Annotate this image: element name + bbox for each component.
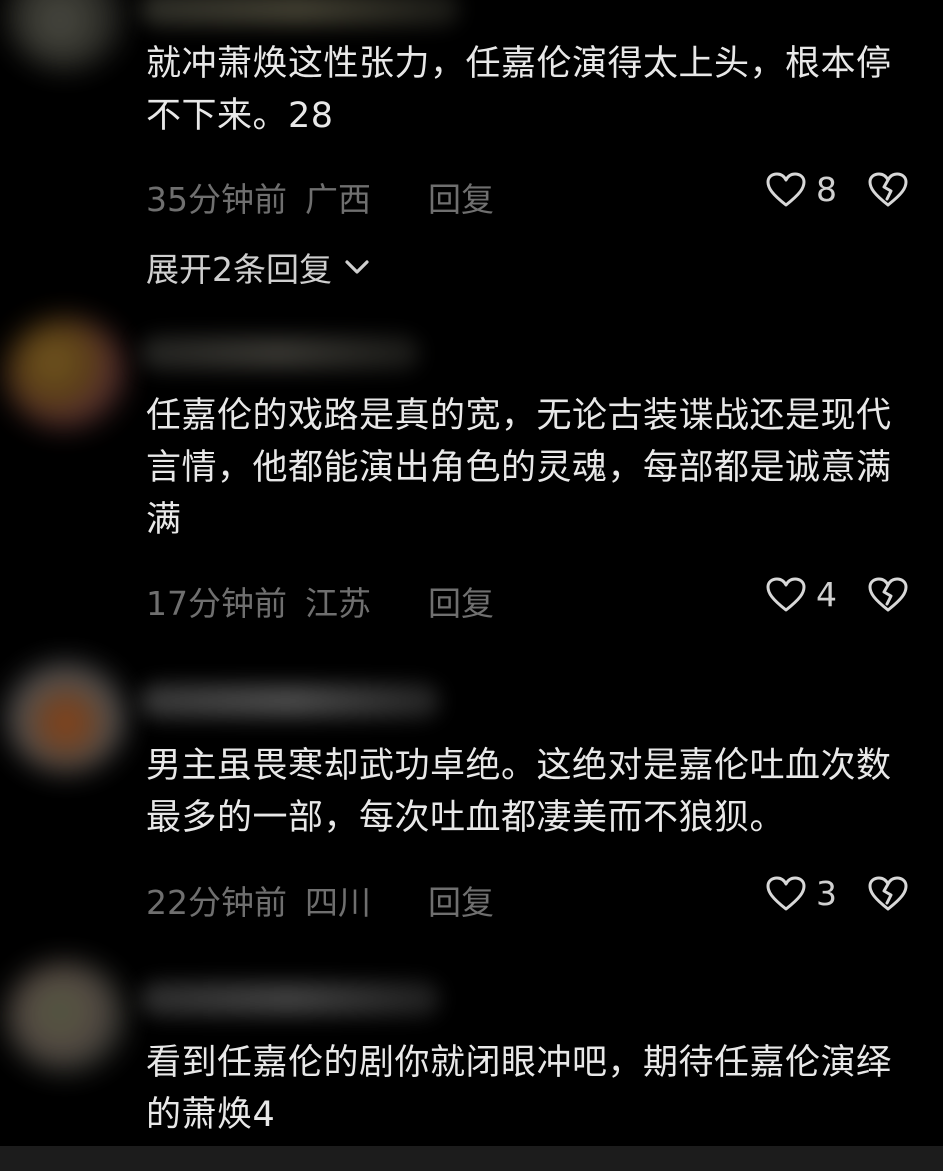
- dislike-button[interactable]: [868, 577, 908, 617]
- broken-heart-outline-icon: [868, 577, 908, 612]
- username-blurred[interactable]: [140, 684, 440, 718]
- comment-time: 22分钟前: [146, 883, 287, 922]
- broken-heart-outline-icon: [868, 876, 908, 911]
- comment-text: 任嘉伦的戏路是真的宽，无论古装谍战还是现代言情，他都能演出角色的灵魂，每部都是诚…: [146, 396, 892, 540]
- reply-button[interactable]: 回复: [428, 876, 494, 924]
- expand-replies-label: 展开2条回复: [146, 250, 332, 289]
- username-blurred[interactable]: [140, 336, 420, 370]
- comment-meta: 35分钟前 广西: [146, 173, 371, 221]
- expand-replies-button[interactable]: 展开2条回复: [146, 243, 370, 291]
- broken-heart-outline-icon: [868, 172, 908, 207]
- comment-text: 看到任嘉伦的剧你就闭眼冲吧，期待任嘉伦演绎的萧焕4: [146, 1043, 892, 1135]
- like-button[interactable]: 3: [766, 874, 837, 913]
- comment-meta: 17分钟前 江苏: [146, 577, 371, 625]
- like-button[interactable]: 4: [766, 575, 837, 614]
- bottom-bar: [0, 1146, 943, 1171]
- username-blurred[interactable]: [140, 982, 440, 1016]
- comment-time: 17分钟前: [146, 584, 287, 623]
- like-button[interactable]: 8: [766, 170, 837, 209]
- heart-outline-icon: [766, 876, 806, 910]
- comment-text: 男主虽畏寒却武功卓绝。这绝对是嘉伦吐血次数最多的一部，每次吐血都凄美而不狼狈。: [146, 746, 892, 838]
- comment-time: 35分钟前: [146, 180, 287, 219]
- avatar[interactable]: [6, 662, 126, 772]
- reply-button[interactable]: 回复: [428, 173, 494, 221]
- reply-button[interactable]: 回复: [428, 577, 494, 625]
- comment-text: 就冲萧焕这性张力，任嘉伦演得太上头，根本停不下来。28: [146, 44, 892, 136]
- heart-outline-icon: [766, 172, 806, 206]
- dislike-button[interactable]: [868, 876, 908, 916]
- avatar[interactable]: [6, 962, 126, 1072]
- comment-location: 四川: [305, 883, 371, 922]
- avatar[interactable]: [6, 0, 126, 70]
- comment-location: 广西: [305, 180, 371, 219]
- like-count: 4: [816, 575, 837, 614]
- comment-location: 江苏: [305, 584, 371, 623]
- heart-outline-icon: [766, 577, 806, 611]
- like-count: 8: [816, 170, 837, 209]
- avatar[interactable]: [6, 318, 126, 428]
- like-count: 3: [816, 874, 837, 913]
- comment-meta: 22分钟前 四川: [146, 876, 371, 924]
- dislike-button[interactable]: [868, 172, 908, 212]
- chevron-down-icon: [345, 260, 369, 274]
- username-blurred[interactable]: [140, 0, 460, 26]
